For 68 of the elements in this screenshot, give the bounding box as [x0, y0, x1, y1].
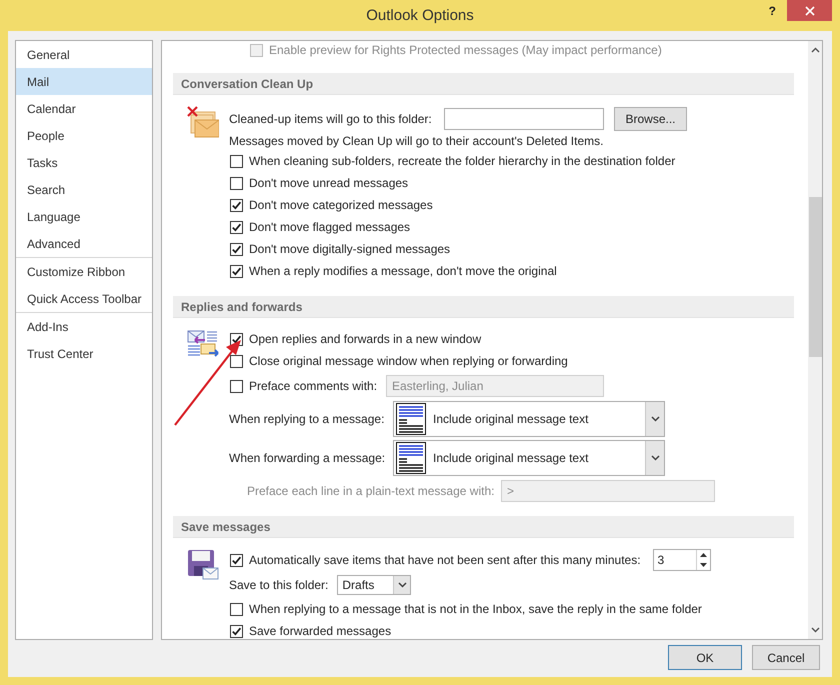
section-heading: Conversation Clean Up [181, 76, 314, 90]
checkbox[interactable] [230, 264, 243, 278]
checkbox-label: Don't move digitally-signed messages [249, 242, 450, 256]
caret-up-icon[interactable] [811, 47, 820, 53]
sidebar-item[interactable]: Mail [16, 68, 152, 95]
checkbox-label: Automatically save items that have not been sent after this many minutes: [249, 553, 641, 567]
checkbox-label: Close original message window when replying or forwarding [249, 354, 568, 368]
checkbox[interactable] [230, 624, 243, 638]
folder-field[interactable] [444, 108, 604, 130]
dialog-button[interactable]: Cancel [752, 645, 820, 670]
envelope-delete-icon [187, 106, 219, 138]
checkbox[interactable] [230, 198, 243, 212]
sidebar-item[interactable]: Language [16, 203, 152, 230]
caret-icon [650, 455, 660, 461]
checkbox-label: When a reply modifies a message, don't move the original [249, 264, 557, 278]
sidebar-item[interactable]: Search [16, 176, 152, 203]
number-spinner[interactable]: 3 [652, 549, 711, 571]
checkbox[interactable] [230, 554, 243, 566]
checkbox[interactable] [230, 602, 243, 616]
note-text: Messages moved by Clean Up will go to their account's Deleted Items. [229, 134, 604, 148]
checkbox-label: Don't move flagged messages [249, 220, 410, 234]
checkbox-label: When cleaning sub-folders, recreate the folder hierarchy in the destination folder [249, 154, 676, 168]
scroll-thumb[interactable] [809, 197, 822, 357]
dropdown[interactable]: Include original message text [393, 440, 665, 476]
sidebar-item[interactable]: People [16, 122, 152, 149]
sidebar-item[interactable]: General [16, 41, 152, 68]
checkbox-label: Open replies and forwards in a new window [249, 332, 482, 346]
option-label: Cleaned-up items will go to this folder: [229, 112, 433, 126]
sidebar-item[interactable]: Quick Access Toolbar [16, 285, 152, 312]
section-heading: Save messages [181, 520, 270, 534]
option-label: Save to this folder: [229, 578, 328, 592]
document-icon [396, 442, 426, 474]
sidebar-item[interactable]: Trust Center [16, 340, 152, 367]
scrollbar[interactable] [807, 41, 822, 639]
option-label: When replying to a message: [229, 412, 386, 426]
help-button[interactable]: ? [766, 3, 779, 19]
checkbox[interactable] [230, 154, 243, 168]
caret-down-icon[interactable] [811, 627, 820, 633]
checkbox-label: Enable preview for Rights Protected messages (May impact performance) [269, 43, 662, 57]
reply-forward-icon [187, 329, 219, 359]
checkbox-label: Don't move categorized messages [249, 198, 433, 212]
close-icon [804, 6, 814, 16]
window-title: Outlook Options [366, 7, 474, 24]
checkbox-label: Don't move unread messages [249, 176, 408, 190]
section-heading: Replies and forwards [181, 300, 302, 314]
sidebar-item[interactable]: Add-Ins [16, 313, 152, 340]
dropdown[interactable]: Drafts [337, 575, 412, 595]
dropdown[interactable]: Include original message text [393, 401, 665, 437]
sidebar-item[interactable]: Tasks [16, 149, 152, 176]
browse-button[interactable]: Browse... [614, 107, 687, 131]
checkbox-label: When replying to a message that is not in the Inbox, save the reply in the same folder [249, 602, 702, 616]
checkbox-label: Save forwarded messages [249, 624, 392, 638]
caret-icon [650, 416, 660, 422]
option-label: Preface each line in a plain-text message with: [247, 484, 496, 498]
dialog-button[interactable]: OK [668, 645, 742, 670]
document-icon [396, 403, 426, 435]
checkbox-label: Preface comments with: [249, 379, 378, 393]
checkbox[interactable] [230, 220, 243, 234]
sidebar-item[interactable]: Advanced [16, 230, 152, 257]
close-button[interactable] [787, 0, 832, 21]
checkbox[interactable] [230, 354, 243, 368]
sidebar-item[interactable]: Customize Ribbon [16, 258, 152, 285]
checkbox[interactable] [230, 242, 243, 256]
floppy-envelope-icon [187, 549, 219, 581]
caret-icon [398, 582, 407, 588]
option-label: When forwarding a message: [229, 451, 386, 465]
checkbox[interactable] [230, 176, 243, 190]
sidebar-item[interactable]: Calendar [16, 95, 152, 122]
